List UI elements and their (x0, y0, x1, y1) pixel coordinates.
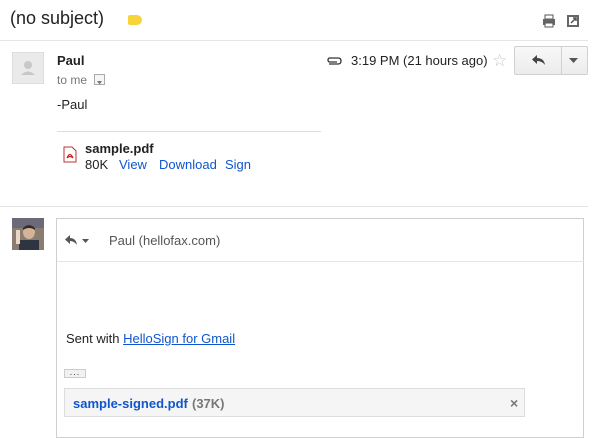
attachment-divider (57, 131, 321, 132)
more-chevron-icon[interactable] (569, 58, 578, 64)
print-icon[interactable] (542, 14, 556, 28)
reply-button-group (514, 46, 588, 75)
email-subject: (no subject) (10, 8, 105, 28)
divider (0, 206, 588, 207)
close-icon[interactable]: × (510, 395, 518, 411)
signature-prefix: Sent with (66, 331, 124, 346)
compose-header-divider (57, 261, 584, 262)
message-body: -Paul (57, 97, 88, 112)
reply-attachment-size: (37K) (192, 396, 225, 411)
view-link[interactable]: View (119, 157, 147, 172)
star-icon[interactable]: ☆ (492, 52, 507, 69)
button-divider (561, 47, 562, 74)
label-icon[interactable] (128, 15, 142, 25)
paperclip-icon (327, 57, 342, 65)
message-time: 3:19 PM (21 hours ago) (351, 53, 488, 68)
new-window-icon[interactable] (566, 14, 580, 28)
signature-line: Sent with HelloSign for Gmail (66, 331, 235, 346)
reply-recipient[interactable]: Paul (hellofax.com) (109, 233, 220, 248)
sign-link[interactable]: Sign (225, 157, 251, 172)
sender-name[interactable]: Paul (57, 53, 84, 68)
reply-icon[interactable] (531, 54, 547, 66)
details-dropdown-icon[interactable] (94, 74, 105, 85)
reply-attachment-name[interactable]: sample-signed.pdf (73, 396, 188, 411)
download-link[interactable]: Download (159, 157, 217, 172)
attachment-size: 80K (85, 157, 109, 172)
attachment-name[interactable]: sample.pdf (85, 141, 154, 156)
pdf-icon (63, 146, 77, 163)
avatar (12, 218, 44, 250)
divider (0, 40, 588, 41)
hellosign-link[interactable]: HelloSign for Gmail (123, 331, 235, 346)
reply-type-icon[interactable] (64, 233, 92, 247)
avatar-placeholder-icon (12, 52, 44, 84)
show-trimmed-content-button[interactable]: ... (64, 368, 86, 378)
recipient-summary: to me (57, 73, 88, 87)
